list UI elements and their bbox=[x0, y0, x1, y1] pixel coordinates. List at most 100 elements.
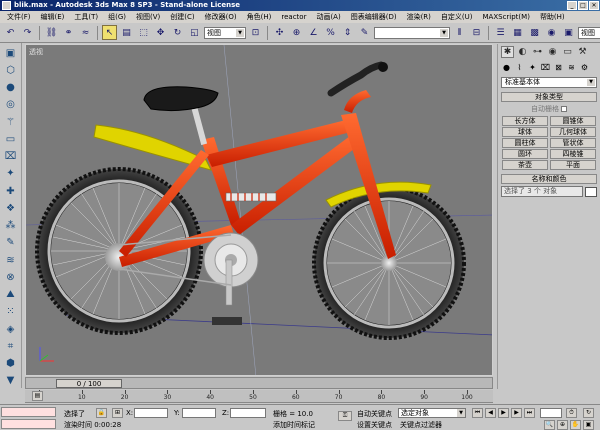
shape-icon[interactable]: ✎ bbox=[3, 236, 19, 250]
render-view-select[interactable]: 视图▼ bbox=[578, 26, 600, 39]
object-name-field[interactable]: 选择了 3 个 对象 bbox=[501, 186, 583, 197]
zoom-all-icon[interactable]: ⊕ bbox=[557, 420, 568, 430]
render-scene-icon[interactable]: ▣ bbox=[561, 25, 576, 40]
select-link-icon[interactable]: ⛓ bbox=[44, 25, 59, 40]
select-by-name-icon[interactable]: ▤ bbox=[119, 25, 134, 40]
reference-coordinate-select[interactable]: 视图 ▼ bbox=[204, 26, 246, 39]
layer-manager-icon[interactable]: ☰ bbox=[493, 25, 508, 40]
object-type-rollout[interactable]: 对象类型 bbox=[501, 92, 597, 102]
track-bar[interactable]: 0102030405060708090100 bbox=[25, 390, 493, 403]
space-warps-icon[interactable]: ≋ bbox=[566, 62, 577, 73]
box-button[interactable]: 长方体 bbox=[502, 116, 548, 126]
geosphere-button[interactable]: 几何球体 bbox=[550, 127, 596, 137]
play-icon[interactable]: ▶ bbox=[498, 408, 509, 418]
autogrid-toggle[interactable]: 自动栅格 bbox=[501, 104, 597, 114]
cameras-icon[interactable]: ⌧ bbox=[540, 62, 551, 73]
material-editor-icon[interactable]: ◉ bbox=[544, 25, 559, 40]
curve-editor-icon[interactable]: ▦ bbox=[510, 25, 525, 40]
absolute-mode-icon[interactable]: ⊞ bbox=[112, 408, 123, 418]
utilities-tab-icon[interactable]: ⚒ bbox=[576, 46, 589, 58]
region-select-icon[interactable]: ⬚ bbox=[136, 25, 151, 40]
category-select[interactable]: 标准基本体 ▼ bbox=[501, 77, 597, 88]
snap-toggle-icon[interactable]: ⊕ bbox=[289, 25, 304, 40]
orbit-icon[interactable]: ↻ bbox=[583, 408, 594, 418]
menu-maxscript[interactable]: MAXScript(M) bbox=[478, 11, 535, 23]
spacewarp-icon[interactable]: ❖ bbox=[3, 201, 19, 215]
pivot-center-icon[interactable]: ⊡ bbox=[248, 25, 263, 40]
morph-icon[interactable]: ◈ bbox=[3, 322, 19, 336]
menu-graph-editors[interactable]: 图表编辑器(D) bbox=[346, 11, 402, 23]
minimize-button[interactable]: _ bbox=[567, 1, 577, 10]
menu-customize[interactable]: 自定义(U) bbox=[436, 11, 478, 23]
sphere-button[interactable]: 球体 bbox=[502, 127, 548, 137]
pan-icon[interactable]: ✋ bbox=[570, 420, 581, 430]
y-coordinate-field[interactable] bbox=[182, 408, 216, 418]
box-icon[interactable]: ▣ bbox=[3, 46, 19, 60]
object-color-swatch[interactable] bbox=[585, 186, 597, 197]
menu-help[interactable]: 帮助(H) bbox=[535, 11, 570, 23]
maximize-button[interactable]: □ bbox=[578, 1, 588, 10]
move-icon[interactable]: ✥ bbox=[153, 25, 168, 40]
torus-icon[interactable]: ◎ bbox=[3, 98, 19, 112]
menu-views[interactable]: 视图(V) bbox=[131, 11, 165, 23]
pyramid-button[interactable]: 四棱锥 bbox=[550, 149, 596, 159]
camera-icon[interactable]: ⌧ bbox=[3, 150, 19, 164]
goto-end-icon[interactable]: ⏭ bbox=[524, 408, 535, 418]
bone-icon[interactable]: ⚚ bbox=[3, 115, 19, 129]
lights-icon[interactable]: ✦ bbox=[527, 62, 538, 73]
select-manipulate-icon[interactable]: ✣ bbox=[272, 25, 287, 40]
maximize-viewport-icon[interactable]: ▣ bbox=[583, 420, 594, 430]
front-wheel[interactable] bbox=[312, 186, 466, 340]
select-object-icon[interactable]: ↖ bbox=[102, 25, 117, 40]
light-icon[interactable]: ✦ bbox=[3, 167, 19, 181]
menu-edit[interactable]: 编辑(E) bbox=[36, 11, 70, 23]
shapes-icon[interactable]: ⌇ bbox=[514, 62, 525, 73]
set-key-button[interactable]: 设置关键点 bbox=[357, 420, 392, 430]
time-slider-track[interactable]: 0 / 100 bbox=[25, 377, 493, 389]
plane-button[interactable]: 平面 bbox=[550, 160, 596, 170]
x-coordinate-field[interactable] bbox=[134, 408, 168, 418]
bind-space-warp-icon[interactable]: ≈ bbox=[78, 25, 93, 40]
menu-reactor[interactable]: reactor bbox=[276, 11, 311, 23]
sphere-icon[interactable]: ● bbox=[3, 81, 19, 95]
terrain-icon[interactable]: ⛰ bbox=[3, 288, 19, 302]
time-config-icon[interactable]: ⏱ bbox=[566, 408, 577, 418]
hierarchy-tab-icon[interactable]: ⊶ bbox=[531, 46, 544, 58]
mirror-icon[interactable]: ⫴ bbox=[452, 25, 467, 40]
menu-create[interactable]: 创建(C) bbox=[165, 11, 199, 23]
schematic-view-icon[interactable]: ▩ bbox=[527, 25, 542, 40]
rotate-icon[interactable]: ↻ bbox=[170, 25, 185, 40]
named-selection-set-select[interactable]: ▼ bbox=[374, 26, 450, 39]
angle-snap-icon[interactable]: ∠ bbox=[306, 25, 321, 40]
torus-button[interactable]: 圆环 bbox=[502, 149, 548, 159]
handlebar[interactable] bbox=[327, 61, 388, 97]
goto-start-icon[interactable]: ⏮ bbox=[472, 408, 483, 418]
align-icon[interactable]: ⊟ bbox=[469, 25, 484, 40]
menu-modifiers[interactable]: 修改器(O) bbox=[200, 11, 242, 23]
listener-icon[interactable]: ▤ bbox=[32, 391, 43, 401]
name-color-rollout[interactable]: 名称和颜色 bbox=[501, 174, 597, 184]
modify-tab-icon[interactable]: ◐ bbox=[516, 46, 529, 58]
spinner-snap-icon[interactable]: ⇕ bbox=[340, 25, 355, 40]
menu-group[interactable]: 组(G) bbox=[103, 11, 131, 23]
rear-shock[interactable] bbox=[225, 192, 277, 202]
time-slider[interactable]: 0 / 100 bbox=[56, 379, 122, 388]
plane-icon[interactable]: ▭ bbox=[3, 132, 19, 146]
helpers-icon[interactable]: ⊠ bbox=[553, 62, 564, 73]
scale-icon[interactable]: ◱ bbox=[187, 25, 202, 40]
undo-icon[interactable]: ↶ bbox=[3, 25, 18, 40]
cylinder-button[interactable]: 圆柱体 bbox=[502, 138, 548, 148]
helper-icon[interactable]: ✚ bbox=[3, 184, 19, 198]
named-selection-icon[interactable]: ✎ bbox=[357, 25, 372, 40]
lattice-icon[interactable]: ⌗ bbox=[3, 339, 19, 353]
percent-snap-icon[interactable]: % bbox=[323, 25, 338, 40]
teapot-button[interactable]: 茶壶 bbox=[502, 160, 548, 170]
perspective-viewport[interactable]: 透视 bbox=[25, 44, 493, 376]
menu-tools[interactable]: 工具(T) bbox=[69, 11, 103, 23]
motion-tab-icon[interactable]: ◉ bbox=[546, 46, 559, 58]
particle-icon[interactable]: ⁂ bbox=[3, 219, 19, 233]
menu-character[interactable]: 角色(H) bbox=[242, 11, 277, 23]
unlink-icon[interactable]: ⚭ bbox=[61, 25, 76, 40]
menu-rendering[interactable]: 渲染(R) bbox=[402, 11, 436, 23]
key-mode-select[interactable]: 选定对象 ▼ bbox=[398, 408, 466, 418]
